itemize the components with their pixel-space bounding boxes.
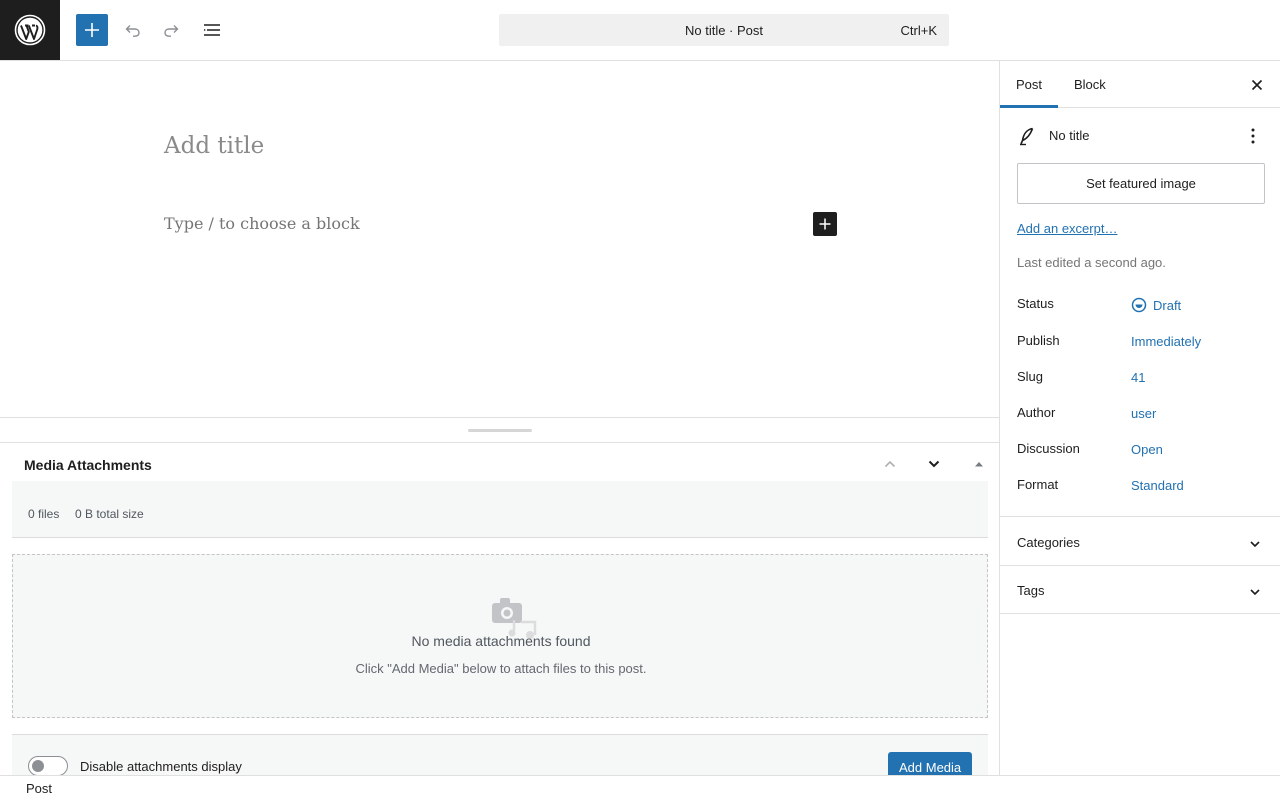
chevron-down-icon: [1247, 584, 1263, 600]
publish-value-button[interactable]: Immediately: [1131, 334, 1201, 349]
meta-label: Discussion: [1017, 441, 1080, 456]
triangle-up-icon: [975, 462, 983, 467]
plus-icon: [819, 218, 831, 230]
disable-attachments-toggle[interactable]: [28, 756, 68, 775]
post-summary-panel: No title Set featured image Add an excer…: [1000, 108, 1280, 517]
list-view-icon: [204, 24, 220, 36]
slug-value-button[interactable]: 41: [1131, 370, 1145, 385]
plus-icon: [85, 23, 99, 37]
tab-post[interactable]: Post: [1000, 61, 1059, 108]
tags-panel-toggle[interactable]: Tags: [1000, 566, 1280, 614]
block-inserter-button[interactable]: [76, 14, 108, 46]
block-breadcrumb-bar: Post: [0, 775, 1280, 800]
drag-handle[interactable]: [468, 429, 532, 432]
media-attachments-metabox: Media Attachments 0 files 0 B total size: [0, 443, 999, 775]
chevron-down-icon: [1247, 536, 1263, 552]
tab-block[interactable]: Block: [1058, 61, 1122, 108]
editor-top-bar: No title · Post Ctrl+K: [0, 0, 1280, 61]
meta-label: Slug: [1017, 369, 1044, 384]
wordpress-logo-button[interactable]: [0, 0, 60, 60]
move-up-button[interactable]: [879, 453, 901, 475]
metabox-resize-handle[interactable]: [0, 417, 999, 443]
command-palette-bar[interactable]: No title · Post Ctrl+K: [499, 14, 949, 46]
chevron-up-icon: [884, 460, 896, 468]
add-excerpt-link[interactable]: Add an excerpt…: [1017, 221, 1117, 236]
keyboard-shortcut: Ctrl+K: [900, 23, 937, 38]
redo-button[interactable]: [156, 14, 188, 46]
metabox-footer: Disable attachments display Add Media: [12, 734, 988, 775]
editor-canvas: Add title Type / to choose a block: [0, 61, 999, 417]
document-title: No title · Post: [684, 22, 764, 38]
last-edited-text: Last edited a second ago.: [1017, 255, 1166, 270]
toggle-panel-button[interactable]: [968, 453, 990, 475]
chevron-down-icon: [928, 460, 940, 468]
files-count: 0 files: [28, 507, 60, 521]
meta-row-status: Status Draft: [1017, 296, 1267, 316]
meta-label: Author: [1017, 405, 1056, 420]
post-feather-icon: [1020, 127, 1034, 146]
undo-button[interactable]: [116, 14, 148, 46]
redo-icon: [164, 25, 179, 37]
format-value-button[interactable]: Standard: [1131, 478, 1184, 493]
discussion-value-button[interactable]: Open: [1131, 442, 1163, 457]
meta-label: Publish: [1017, 333, 1060, 348]
settings-sidebar: Post Block No title Set featured image A…: [999, 61, 1280, 775]
meta-row-discussion: Discussion Open: [1017, 441, 1267, 461]
set-featured-image-button[interactable]: Set featured image: [1017, 163, 1265, 204]
status-value-button[interactable]: Draft: [1131, 297, 1181, 313]
toggle-knob: [32, 760, 44, 772]
meta-row-format: Format Standard: [1017, 477, 1267, 497]
close-sidebar-button[interactable]: [1247, 75, 1267, 95]
attachments-stats: 0 files 0 B total size: [12, 481, 988, 538]
categories-panel-toggle[interactable]: Categories: [1000, 518, 1280, 566]
post-actions-button[interactable]: [1241, 126, 1265, 146]
add-media-button[interactable]: Add Media: [888, 752, 973, 775]
panel-label: Tags: [1017, 583, 1045, 598]
close-icon: [1251, 79, 1263, 91]
post-card-title: No title: [1049, 128, 1090, 143]
meta-row-slug: Slug 41: [1017, 369, 1267, 389]
empty-state-title: No media attachments found: [411, 633, 591, 649]
wordpress-logo-icon: [14, 14, 46, 46]
toggle-label: Disable attachments display: [80, 759, 242, 774]
empty-state: No media attachments found Click "Add Me…: [12, 554, 988, 718]
meta-label: Format: [1017, 477, 1059, 492]
meta-value-text: Draft: [1153, 297, 1182, 313]
document-overview-button[interactable]: [196, 14, 228, 46]
meta-label: Status: [1017, 296, 1054, 311]
inline-block-inserter-button[interactable]: [813, 212, 837, 236]
move-down-button[interactable]: [923, 453, 945, 475]
metabox-title: Media Attachments: [24, 457, 152, 473]
total-size: 0 B total size: [75, 507, 144, 521]
breadcrumb-post[interactable]: Post: [26, 781, 52, 796]
meta-row-publish: Publish Immediately: [1017, 333, 1267, 353]
empty-state-subtitle: Click "Add Media" below to attach files …: [355, 661, 647, 676]
metabox-header: Media Attachments: [0, 443, 999, 483]
panel-label: Categories: [1017, 535, 1080, 550]
meta-row-author: Author user: [1017, 405, 1267, 425]
draft-status-icon: [1131, 297, 1147, 313]
post-title-input[interactable]: Add title: [164, 133, 264, 159]
sidebar-tabs: Post Block: [1000, 61, 1280, 108]
more-vertical-icon: [1251, 128, 1255, 144]
author-value-button[interactable]: user: [1131, 406, 1156, 421]
default-block-appender[interactable]: Type / to choose a block: [164, 214, 360, 233]
undo-icon: [125, 25, 140, 37]
